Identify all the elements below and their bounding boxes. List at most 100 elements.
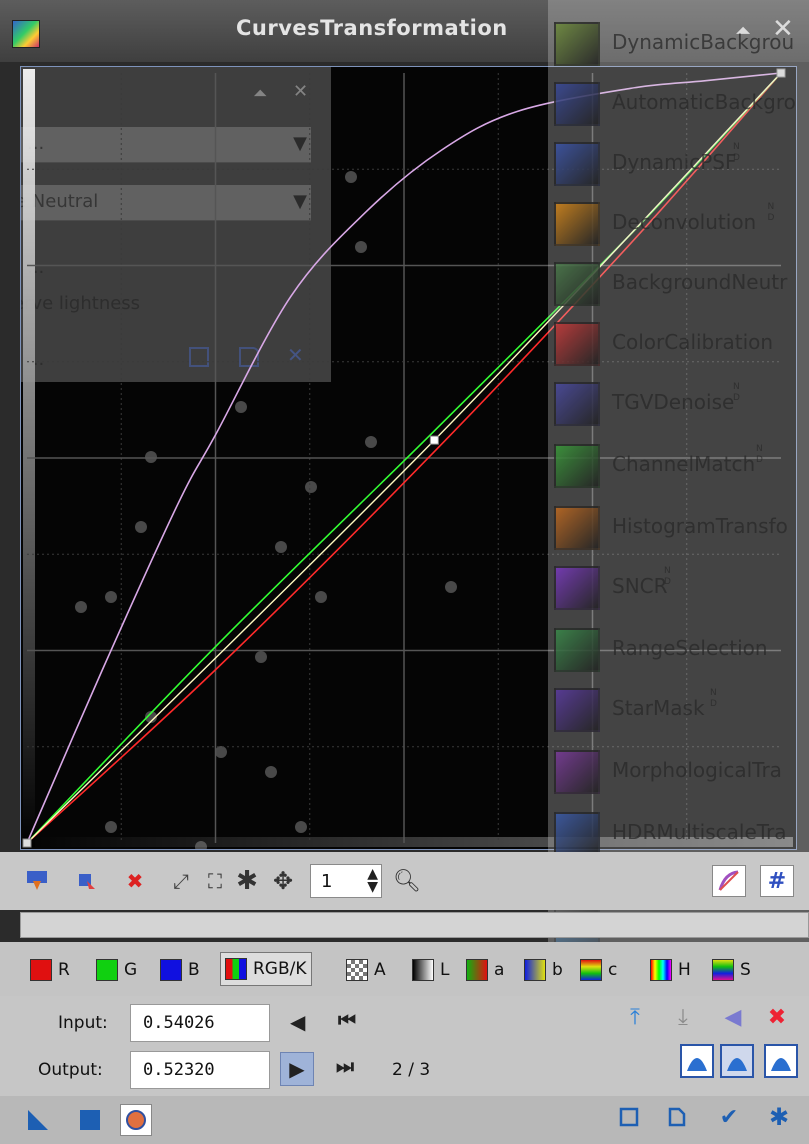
move-icon: ✥ (272, 867, 294, 895)
channel-label: A (374, 960, 386, 980)
channel-r-button[interactable]: R (30, 956, 70, 984)
linear-interpolation-button[interactable] (22, 1104, 54, 1136)
channel-h-button[interactable]: H (650, 956, 691, 984)
zoom-spinbox[interactable]: 1 ▲ ▼ (310, 864, 382, 898)
point-counter: 2 / 3 (392, 1060, 431, 1080)
output-field[interactable]: 0.52320 (130, 1051, 270, 1089)
delete-point-mode-button[interactable]: ✖ (120, 866, 150, 896)
channel-a-button[interactable]: a (466, 956, 504, 984)
edit-point-icon (27, 871, 47, 890)
output-label: Output: (38, 1060, 103, 1080)
process-item[interactable]: Deconvolution N D (554, 198, 809, 248)
process-item[interactable]: AutomaticBackgro (554, 78, 809, 128)
nd-badge: ND (756, 444, 763, 466)
curve-overlay-icon (718, 870, 739, 891)
channel-c-button[interactable]: c (580, 956, 617, 984)
delete-point-icon: ✖ (126, 869, 144, 893)
process-item-label: HistogramTransfo (612, 514, 788, 538)
channel-g-button[interactable]: G (96, 956, 137, 984)
channel-label: RGB/K (253, 959, 307, 979)
apply-button[interactable]: ✔ (712, 1100, 746, 1134)
process-icon (554, 82, 600, 126)
last-point-button[interactable]: ⏭ (336, 1054, 354, 1078)
input-field[interactable]: 0.54026 (130, 1004, 270, 1042)
curves-transformation-window: CurvesTransformation ⏶ ✕ ... ▼ e Neutral ▼… (0, 0, 809, 1144)
channel-b-button[interactable]: b (524, 956, 563, 984)
triangle-left-icon: ◀ (724, 1004, 742, 1030)
process-item[interactable]: BackgroundNeutr (554, 258, 809, 308)
background-star (255, 651, 267, 663)
channel-rgbk-button[interactable]: RGB/K (220, 952, 312, 986)
edit-point-mode-button[interactable] (22, 866, 52, 896)
first-point-button[interactable]: ⏮ (338, 1008, 356, 1032)
process-item[interactable]: SNCR N D (554, 562, 809, 612)
nd-top: N (710, 688, 717, 698)
channel-l-button[interactable]: L (412, 956, 449, 984)
zoom-tool-button[interactable]: 🔍︎ (392, 866, 422, 896)
process-icon (554, 202, 600, 246)
nd-bottom: D (756, 455, 763, 465)
histogram-icon (771, 1058, 791, 1071)
move-to-bottom-button[interactable]: ⤓ (666, 1000, 700, 1034)
akima-interpolation-button[interactable] (74, 1104, 106, 1136)
channel-swatch-icon (225, 958, 247, 980)
process-item-label: StarMask (612, 696, 705, 720)
spin-arrows-icon[interactable]: ▲ ▼ (367, 867, 378, 894)
background-star (235, 401, 247, 413)
process-item-label: DynamicPSF (612, 150, 737, 174)
process-icon (554, 262, 600, 306)
process-item[interactable]: HDRMultiscaleTra (554, 808, 809, 858)
preview-button-2[interactable] (720, 1044, 754, 1078)
process-item[interactable]: DynamicBackgrou (554, 18, 809, 68)
background-star (445, 581, 457, 593)
move-to-top-button[interactable]: ⤒ (618, 1000, 652, 1034)
process-item[interactable]: RangeSelection (554, 624, 809, 674)
zoom-in-button[interactable]: ⤢ (166, 866, 196, 896)
zoom-out-button[interactable]: ⛶ (200, 866, 230, 896)
cubic-spline-button[interactable] (120, 1104, 152, 1136)
background-star (105, 591, 117, 603)
background-star (305, 481, 317, 493)
control-point[interactable] (22, 838, 32, 848)
nd-badge: ND (664, 566, 671, 588)
fit-view-button[interactable]: ✱ (232, 866, 262, 896)
preview-button-3[interactable] (764, 1044, 798, 1078)
select-point-mode-button[interactable] (72, 866, 102, 896)
nd-top: N (767, 202, 775, 212)
process-item[interactable]: MorphologicalTra (554, 746, 809, 796)
background-star (215, 746, 227, 758)
nd-bottom: D (710, 699, 717, 709)
process-item-label: BackgroundNeutr (612, 270, 788, 294)
channel-swatch-icon (580, 959, 602, 981)
move-left-button[interactable]: ◀ (716, 1000, 750, 1034)
remove-button[interactable]: ✖ (760, 1000, 794, 1034)
process-item[interactable]: DynamicPSF N D (554, 138, 809, 188)
pan-button[interactable]: ✥ (268, 866, 298, 896)
channel-swatch-icon (30, 959, 52, 981)
reset-button[interactable]: ✱ (762, 1100, 796, 1134)
process-item[interactable]: ChannelMatch N D (554, 440, 809, 490)
nd-bottom: D (733, 153, 740, 163)
process-icon (554, 382, 600, 426)
channel-a-button[interactable]: A (346, 956, 386, 984)
new-instance-button[interactable] (612, 1100, 646, 1134)
histogram-icon (687, 1058, 707, 1071)
preview-button-1[interactable] (680, 1044, 714, 1078)
previous-point-button[interactable]: ◀ (290, 1010, 305, 1034)
selected-control-point[interactable] (429, 435, 439, 445)
documentation-button[interactable] (660, 1100, 694, 1134)
background-star (75, 601, 87, 613)
show-grid-button[interactable]: # (760, 865, 794, 897)
square-icon (80, 1110, 100, 1130)
remove-icon: ✖ (767, 1004, 787, 1030)
process-item[interactable]: HistogramTransfo (554, 502, 809, 552)
channel-swatch-icon (96, 959, 118, 981)
show-all-curves-button[interactable] (712, 865, 746, 897)
process-item[interactable]: StarMask N D (554, 684, 809, 734)
channel-b-button[interactable]: B (160, 956, 200, 984)
process-item-label: MorphologicalTra (612, 758, 782, 782)
channel-s-button[interactable]: S (712, 956, 751, 984)
process-item[interactable]: ColorCalibration (554, 318, 809, 368)
next-point-button[interactable]: ▶ (280, 1052, 314, 1086)
process-item[interactable]: TGVDenoise N D (554, 378, 809, 428)
